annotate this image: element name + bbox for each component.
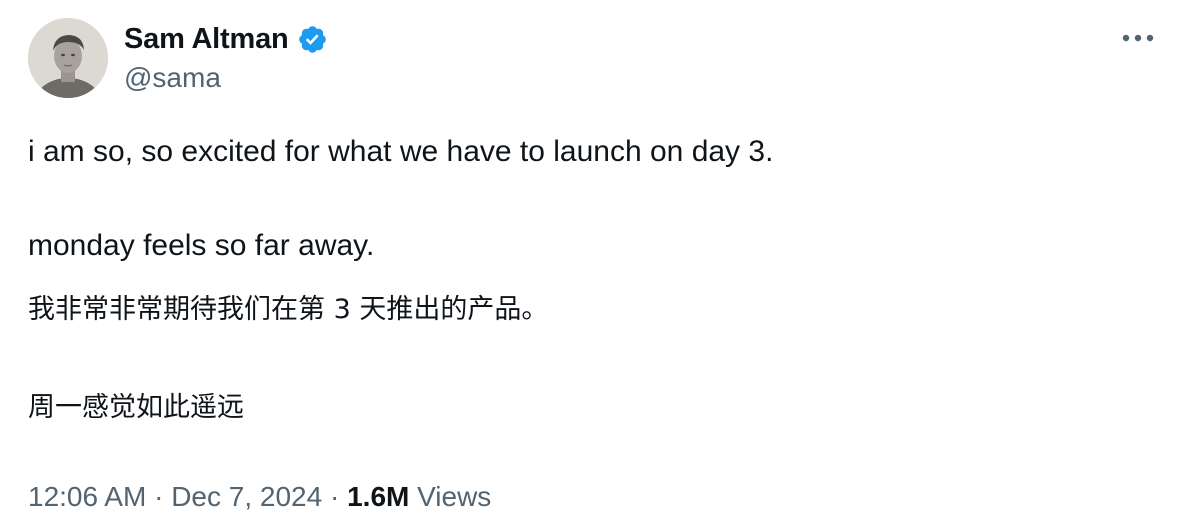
views-label: Views [417,481,492,512]
more-horizontal-icon[interactable] [1118,26,1158,50]
avatar-image [28,18,108,98]
separator: · [154,481,164,512]
views-count: 1.6M [347,481,410,512]
tweet-date[interactable]: Dec 7, 2024 [171,481,322,513]
separator: · [329,481,340,512]
tweet-text-line: i am so, so excited for what we have to … [28,135,774,168]
tweet-time[interactable]: 12:06 AM [28,481,146,513]
tweet-card: Sam Altman @sama i am so, so excited for… [0,0,1180,532]
verified-badge-icon[interactable] [297,24,328,55]
tweet-text-line: monday feels so far away. [28,229,375,262]
views-link[interactable]: 1.6M Views [347,481,491,513]
author-header: Sam Altman [124,20,328,58]
author-handle[interactable]: @sama [124,62,221,94]
tweet-text-line: 我非常非常期待我们在第 3 天推出的产品。 [28,294,549,325]
tweet-text-line: 周一感觉如此遥远 [28,392,244,423]
display-name[interactable]: Sam Altman [124,23,289,56]
tweet-metadata: 12:06 AM · Dec 7, 2024 · 1.6M Views [28,481,491,513]
avatar[interactable] [28,18,108,98]
